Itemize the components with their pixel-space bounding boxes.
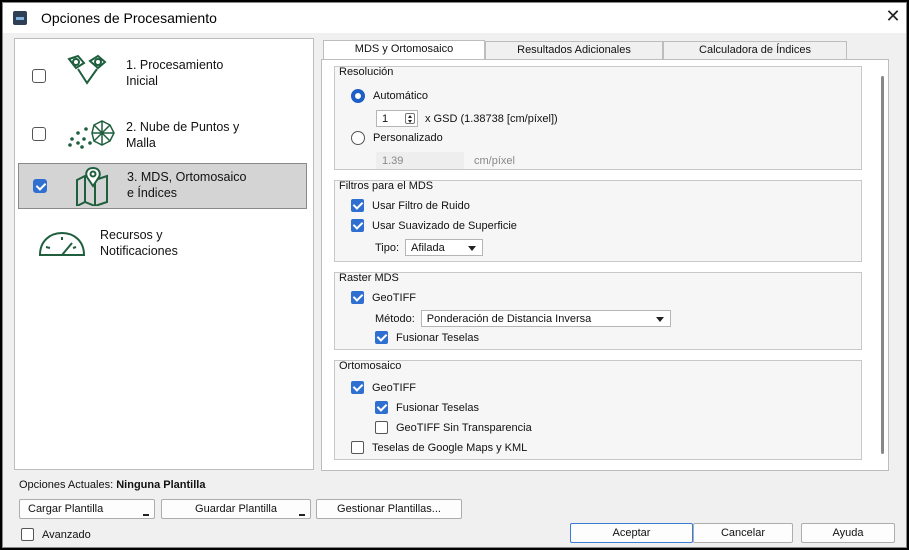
check-google-maps-label: Teselas de Google Maps y KML (372, 441, 528, 454)
gestionar-plantillas-button[interactable]: Gestionar Plantillas... (316, 499, 462, 519)
app-icon (13, 11, 27, 25)
group-ortomosaico-title: Ortomosaico (339, 360, 402, 372)
gsd-spinbox[interactable]: 1 (376, 110, 418, 127)
check-orto-fusionar-label: Fusionar Teselas (396, 401, 479, 414)
gauge-icon (38, 231, 86, 256)
check-google-maps-box[interactable] (351, 441, 364, 454)
check-filtro-ruido-label: Usar Filtro de Ruido (372, 199, 470, 212)
check-suavizado-label: Usar Suavizado de Superficie (372, 219, 517, 232)
current-options-label: Opciones Actuales: (19, 479, 114, 491)
check-filtro-ruido[interactable]: Usar Filtro de Ruido (351, 199, 470, 212)
radio-personalizado[interactable]: Personalizado (351, 131, 443, 145)
tipo-label: Tipo: (375, 241, 400, 254)
radio-automatico-label: Automático (373, 90, 429, 102)
check-suavizado[interactable]: Usar Suavizado de Superficie (351, 219, 517, 232)
check-suavizado-box[interactable] (351, 219, 364, 232)
check-raster-fusionar-label: Fusionar Teselas (396, 331, 479, 344)
step-3-checkbox[interactable] (33, 179, 47, 193)
gsd-text: x GSD (1.38738 [cm/píxel]) (425, 112, 558, 125)
check-avanzado-label: Avanzado (42, 528, 91, 541)
check-orto-geotiff-label: GeoTIFF (372, 381, 417, 394)
custom-unit: cm/píxel (474, 154, 515, 167)
aceptar-button[interactable]: Aceptar (570, 523, 693, 543)
dialog-window: Opciones de Procesamiento ✕ 1. Procesami… (2, 2, 907, 548)
steps-panel: 1. Procesamiento Inicial 2. Nube de Punt… (14, 38, 314, 470)
guardar-plantilla-button[interactable]: Guardar Plantilla (161, 499, 311, 519)
custom-value-field: 1.39 (376, 152, 464, 169)
spin-arrows-icon[interactable] (405, 113, 415, 124)
current-options: Opciones Actuales: Ninguna Plantilla (19, 479, 205, 491)
check-avanzado-box[interactable] (21, 528, 34, 541)
check-raster-geotiff-box[interactable] (351, 291, 364, 304)
group-filtros: Filtros para el MDS Usar Filtro de Ruido… (334, 180, 862, 262)
step-1-label: 1. Procesamiento Inicial (126, 58, 224, 88)
ayuda-button[interactable]: Ayuda (801, 523, 895, 543)
step-3[interactable]: 3. MDS, Ortomosaico e Índices (18, 163, 307, 209)
gsd-row: 1 x GSD (1.38738 [cm/píxel]) (376, 110, 558, 127)
check-raster-fusionar-box[interactable] (375, 331, 388, 344)
step-1[interactable]: 1. Procesamiento Inicial (18, 45, 307, 107)
metodo-select-value: Ponderación de Distancia Inversa (426, 312, 592, 325)
group-ortomosaico: Ortomosaico GeoTIFF Fusionar Teselas Geo… (334, 360, 862, 460)
check-orto-geotiff[interactable]: GeoTIFF (351, 381, 416, 394)
scrollbar-thumb[interactable] (881, 76, 884, 454)
chevron-down-icon (655, 317, 664, 322)
chevron-down-icon (468, 246, 477, 251)
check-orto-fusionar[interactable]: Fusionar Teselas (375, 401, 479, 414)
radio-personalizado-dot[interactable] (351, 131, 365, 145)
cargar-plantilla-button[interactable]: Cargar Plantilla (19, 499, 155, 519)
step-3-label: 3. MDS, Ortomosaico e Índices (127, 170, 247, 200)
tab-calculadora-indices[interactable]: Calculadora de Índices (663, 41, 847, 59)
settings-panel: Resolución Automático 1 x GSD (1.38738 [… (321, 59, 889, 471)
tab-mds-ortomosaico[interactable]: MDS y Ortomosaico (323, 40, 485, 59)
tipo-select-value: Afilada (411, 241, 445, 254)
check-orto-fusionar-box[interactable] (375, 401, 388, 414)
step-resources[interactable]: Recursos y Notificaciones (18, 219, 307, 269)
check-avanzado[interactable]: Avanzado (21, 528, 91, 541)
check-raster-geotiff[interactable]: GeoTIFF (351, 291, 416, 304)
step-1-checkbox[interactable] (32, 69, 46, 83)
step-2-checkbox[interactable] (32, 127, 46, 141)
check-sin-transparencia[interactable]: GeoTIFF Sin Transparencia (375, 421, 532, 434)
metodo-label: Método: (375, 312, 415, 325)
group-filtros-title: Filtros para el MDS (339, 180, 434, 192)
cancelar-button[interactable]: Cancelar (693, 523, 793, 543)
group-raster: Raster MDS GeoTIFF Método: Ponderación d… (334, 272, 862, 350)
title-bar: Opciones de Procesamiento ✕ (3, 3, 906, 33)
check-orto-geotiff-box[interactable] (351, 381, 364, 394)
group-raster-title: Raster MDS (339, 272, 399, 284)
check-sin-transparencia-label: GeoTIFF Sin Transparencia (396, 421, 532, 434)
map-pin-icon (76, 166, 108, 206)
custom-row: 1.39 cm/píxel (376, 152, 515, 169)
radio-automatico-dot[interactable] (351, 89, 365, 103)
gsd-spin-value: 1 (382, 112, 389, 125)
check-filtro-ruido-box[interactable] (351, 199, 364, 212)
radio-personalizado-label: Personalizado (373, 132, 443, 144)
step-2-label: 2. Nube de Puntos y Malla (126, 120, 240, 150)
radio-automatico[interactable]: Automático (351, 89, 428, 103)
point-cloud-icon (68, 120, 115, 149)
tipo-select[interactable]: Afilada (405, 239, 484, 256)
check-raster-fusionar[interactable]: Fusionar Teselas (375, 331, 479, 344)
window-title: Opciones de Procesamiento (41, 10, 217, 26)
check-sin-transparencia-box[interactable] (375, 421, 388, 434)
cameras-icon (67, 54, 107, 85)
metodo-select[interactable]: Ponderación de Distancia Inversa (420, 310, 671, 327)
current-options-value: Ninguna Plantilla (116, 479, 206, 491)
check-google-maps[interactable]: Teselas de Google Maps y KML (351, 441, 527, 454)
group-resolucion-title: Resolución (339, 66, 394, 78)
metodo-row: Método: Ponderación de Distancia Inversa (375, 310, 671, 327)
step-resources-label: Recursos y Notificaciones (100, 228, 178, 258)
tipo-row: Tipo: Afilada (375, 239, 484, 256)
check-raster-geotiff-label: GeoTIFF (372, 291, 417, 304)
scrollbar[interactable] (876, 59, 889, 471)
step-2[interactable]: 2. Nube de Puntos y Malla (18, 109, 307, 165)
tab-resultados-adicionales[interactable]: Resultados Adicionales (485, 41, 663, 59)
close-icon[interactable]: ✕ (882, 6, 904, 28)
group-resolucion: Resolución Automático 1 x GSD (1.38738 [… (334, 66, 862, 170)
